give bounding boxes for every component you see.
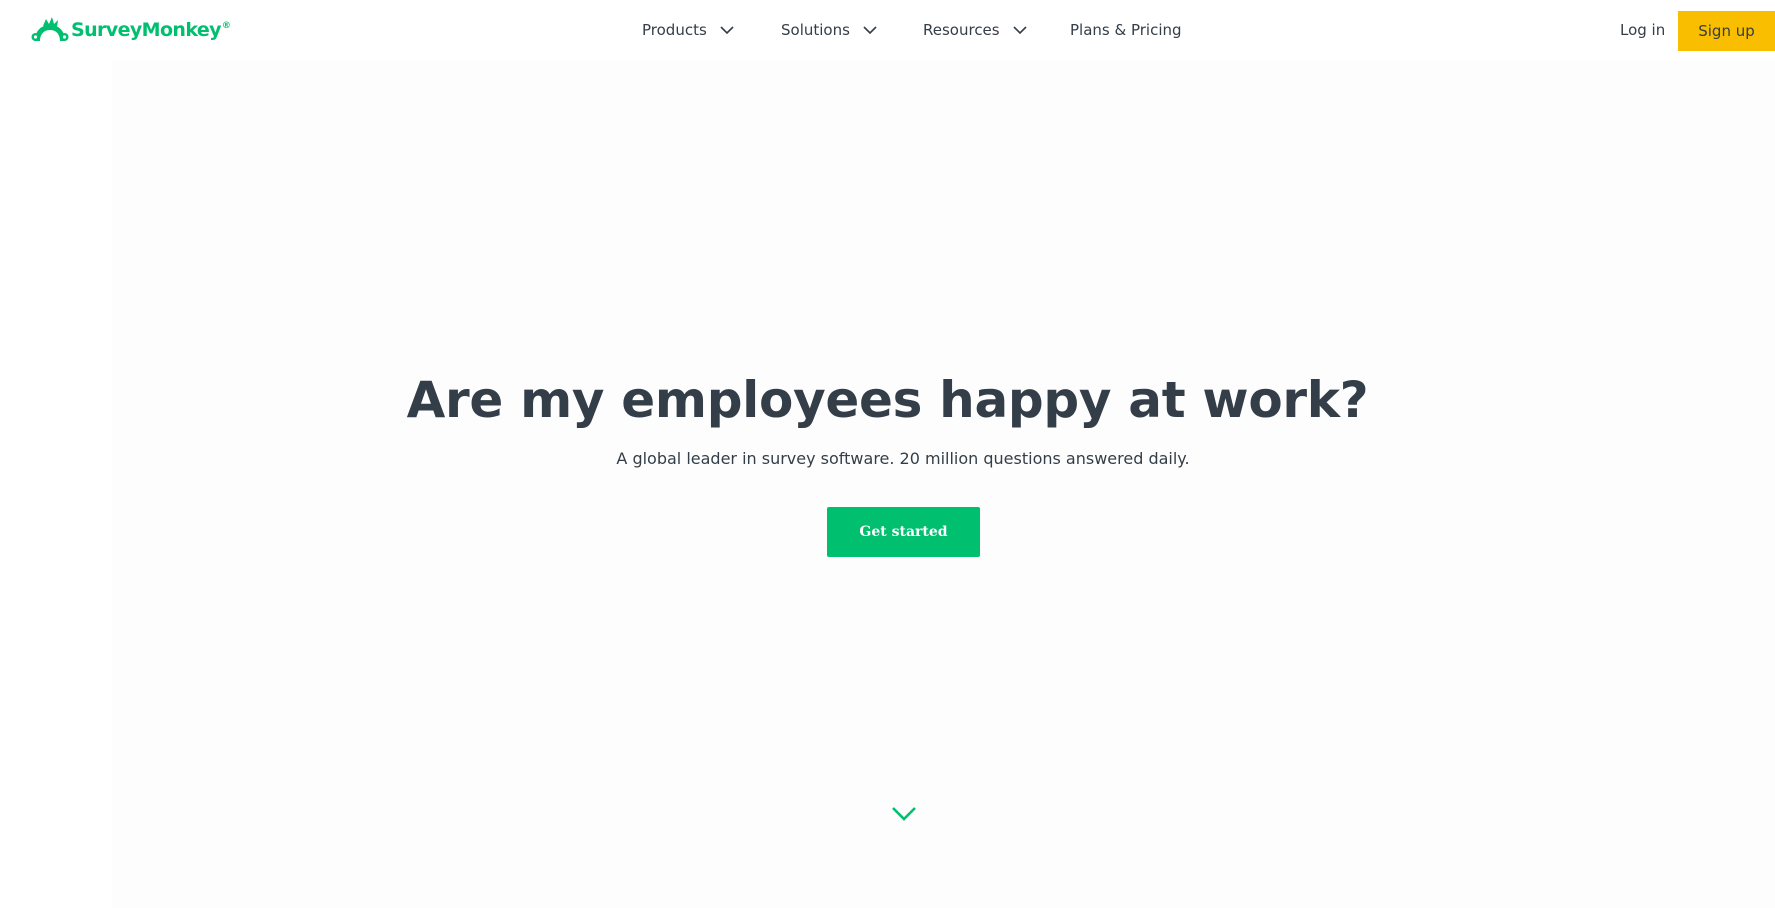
log-in-link[interactable]: Log in xyxy=(1620,0,1665,60)
nav-plans-pricing-label: Plans & Pricing xyxy=(1070,21,1182,39)
chevron-down-icon xyxy=(1013,25,1027,34)
hero-subheadline: A global leader in survey software. 20 m… xyxy=(616,449,1190,468)
nav-solutions-menu[interactable]: Solutions xyxy=(781,0,877,60)
sign-up-button[interactable]: Sign up xyxy=(1678,11,1775,51)
nav-resources-menu[interactable]: Resources xyxy=(923,0,1027,60)
nav-solutions-label: Solutions xyxy=(781,21,850,39)
nav-products-menu[interactable]: Products xyxy=(642,0,734,60)
nav-resources-label: Resources xyxy=(923,21,1000,39)
nav-plans-pricing-link[interactable]: Plans & Pricing xyxy=(1070,0,1182,60)
nav-products-label: Products xyxy=(642,21,707,39)
get-started-button[interactable]: Get started xyxy=(827,507,980,557)
chevron-down-icon xyxy=(720,25,734,34)
top-navigation-bar: SurveyMonkey ® Products Solutions Resour… xyxy=(0,0,1775,60)
chevron-down-icon xyxy=(863,25,877,34)
logo-wordmark: SurveyMonkey xyxy=(71,19,222,41)
logo-trademark: ® xyxy=(221,21,231,31)
hero-headline: Are my employees happy at work? xyxy=(406,371,1369,429)
hero-background xyxy=(112,60,1775,908)
monkey-logo-icon xyxy=(31,17,69,41)
surveymonkey-logo[interactable]: SurveyMonkey ® xyxy=(31,15,231,45)
scroll-down-chevron-icon[interactable] xyxy=(890,804,918,824)
